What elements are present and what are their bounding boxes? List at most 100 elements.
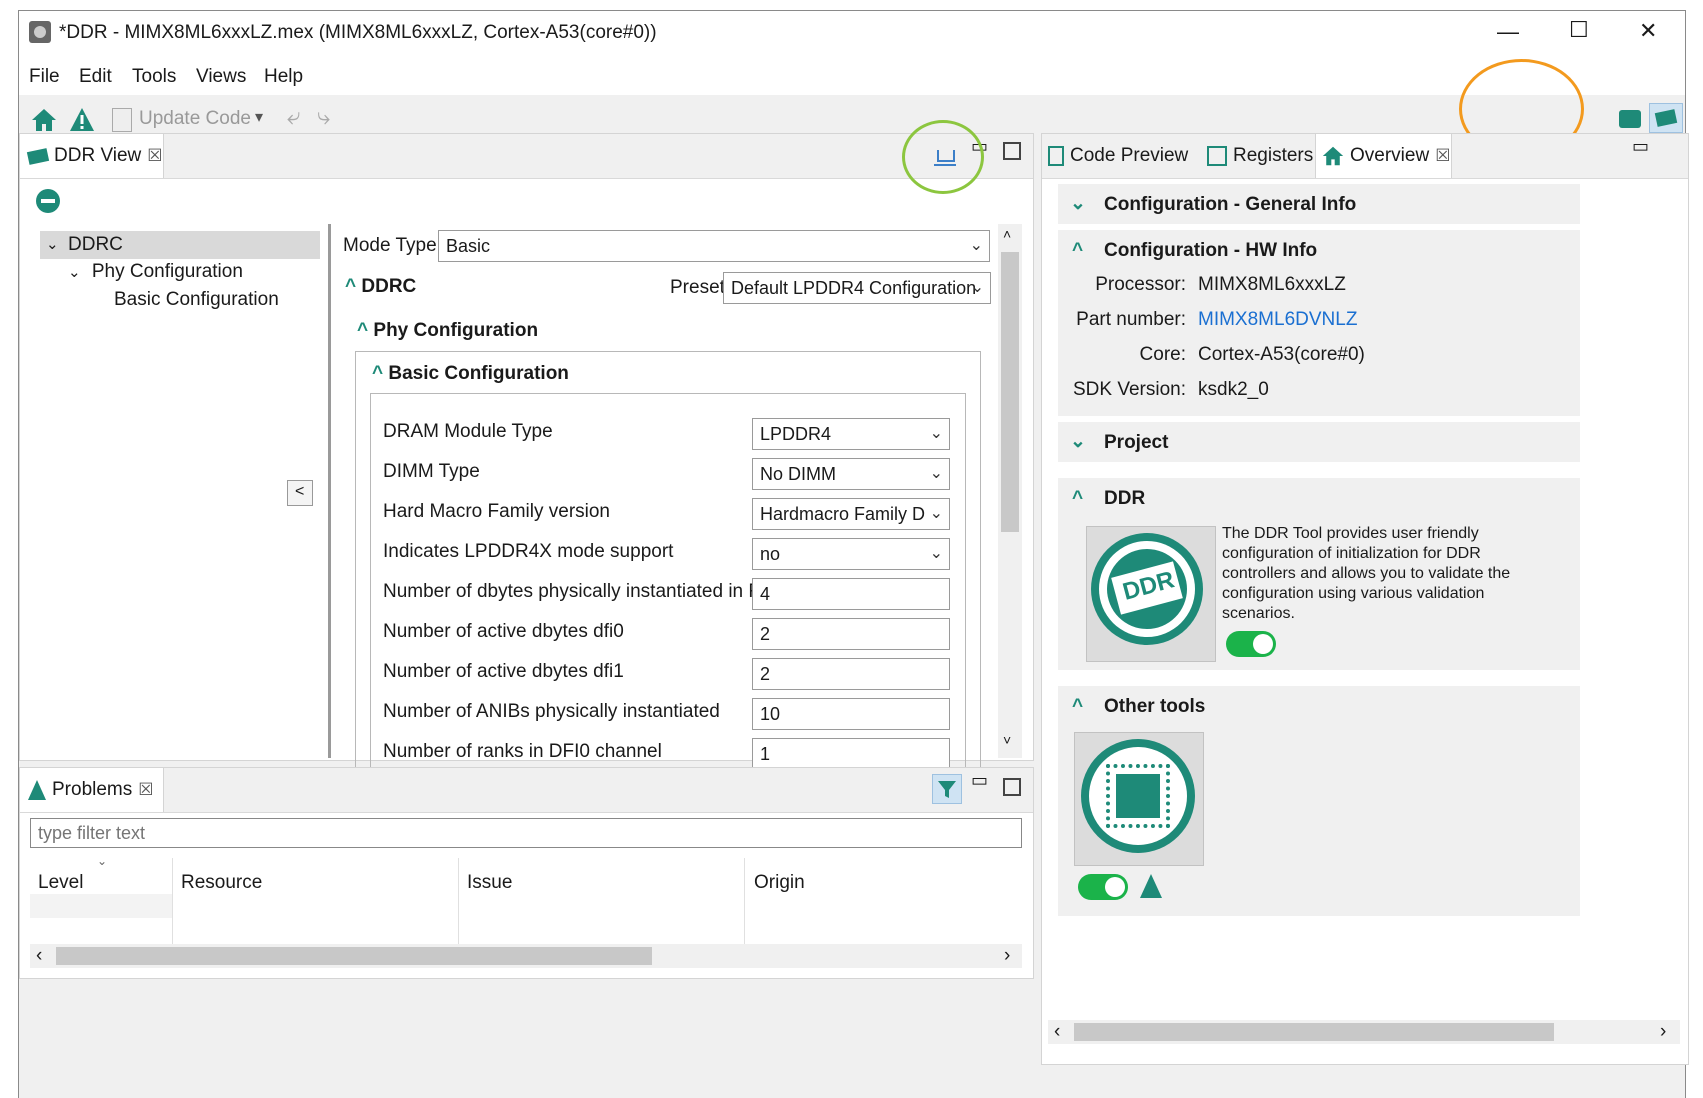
undo-icon[interactable]: ⤶ xyxy=(287,103,300,131)
setting-input[interactable]: 10 xyxy=(752,698,950,730)
overview-hscrollbar[interactable]: ‹ › xyxy=(1048,1020,1680,1044)
mode-type-label: Mode Type: xyxy=(343,235,442,256)
home-icon[interactable] xyxy=(31,107,57,133)
collapse-all-icon[interactable] xyxy=(36,189,60,213)
minimize-view-icon[interactable]: ▭ xyxy=(1632,136,1649,157)
ddr-logo-icon: DDR xyxy=(1091,533,1203,645)
update-code-icon xyxy=(112,108,132,132)
section-phy-configuration[interactable]: ^ Phy Configuration xyxy=(357,320,538,342)
hw-info-label: Part number: xyxy=(1076,309,1186,330)
setting-input[interactable]: 2 xyxy=(752,618,950,650)
problems-hscrollbar[interactable]: ‹ › xyxy=(30,944,1022,968)
chevron-down-icon[interactable]: ⌄ xyxy=(930,503,943,523)
application-window: *DDR - MIMX8ML6xxxLZ.mex (MIMX8ML6xxxLZ,… xyxy=(18,10,1689,1098)
ddr-section: ^ DDR DDR The DDR Tool provides user fri… xyxy=(1058,478,1580,670)
right-tabstrip: Code Preview Registers Overview ☒ ▭ xyxy=(1042,134,1688,179)
ddr-description: The DDR Tool provides user friendly conf… xyxy=(1222,525,1511,622)
tab-code-preview[interactable]: Code Preview xyxy=(1048,134,1188,178)
chevron-down-icon: ⌄ xyxy=(1070,193,1086,214)
tree-splitter[interactable] xyxy=(328,224,331,758)
chevron-up-icon[interactable]: ^ xyxy=(1072,696,1083,718)
setting-input[interactable]: 4 xyxy=(752,578,950,610)
setting-select[interactable]: Hardmacro Family D ⌄ xyxy=(752,498,950,530)
tab-problems[interactable]: Problems ☒ xyxy=(28,768,154,812)
setting-select[interactable]: no ⌄ xyxy=(752,538,950,570)
problems-icon[interactable] xyxy=(1140,874,1162,898)
ddr-view-tabstrip: DDR View ☒ ▭ xyxy=(20,134,1033,179)
perspective-config-icon[interactable] xyxy=(1619,110,1641,128)
problems-panel: Problems ☒ ▭ ⌄ Level Resource Issue Orig… xyxy=(19,767,1034,979)
chevron-up-icon[interactable]: ^ xyxy=(1072,240,1083,262)
collapse-tree-button[interactable]: < xyxy=(287,480,313,506)
hw-info-section: ^ Configuration - HW Info Processor: MIMX… xyxy=(1058,230,1580,416)
menu-help[interactable]: Help xyxy=(264,66,303,88)
ddr-view-scrollbar[interactable]: ˄ ˅ xyxy=(998,224,1022,758)
chevron-down-icon[interactable]: ⌄ xyxy=(930,463,943,483)
title-bar: *DDR - MIMX8ML6xxxLZ.mex (MIMX8ML6xxxLZ,… xyxy=(19,11,1685,57)
ddr-section-title[interactable]: DDR xyxy=(1104,488,1145,510)
close-icon[interactable]: ☒ xyxy=(138,780,153,800)
other-tools-title[interactable]: Other tools xyxy=(1104,696,1205,718)
project-section[interactable]: ⌄ Project xyxy=(1058,422,1580,462)
tab-overview[interactable]: Overview ☒ xyxy=(1322,134,1450,178)
menu-tools[interactable]: Tools xyxy=(132,66,176,88)
problems-filter-input[interactable] xyxy=(30,818,1022,848)
tree-row-ddrc[interactable]: ⌄ DDRC xyxy=(40,231,320,259)
setting-label: Hard Macro Family version xyxy=(383,501,610,522)
minimize-button[interactable]: — xyxy=(1497,19,1519,45)
close-button[interactable]: ✕ xyxy=(1639,18,1657,44)
column-level[interactable]: Level xyxy=(38,872,83,894)
tree-row-phy-configuration[interactable]: ⌄ Phy Configuration xyxy=(68,261,243,283)
setting-select[interactable]: No DIMM ⌄ xyxy=(752,458,950,490)
ddr-chip-icon xyxy=(26,147,50,165)
section-ddrc[interactable]: ^ DDRC xyxy=(345,276,416,298)
menu-views[interactable]: Views xyxy=(196,66,246,88)
ddr-tool-tile[interactable]: DDR xyxy=(1086,526,1216,662)
pins-tool-tile[interactable] xyxy=(1074,732,1204,866)
chevron-down-icon[interactable]: ⌄ xyxy=(930,543,943,563)
maximize-button[interactable]: ☐ xyxy=(1569,17,1589,43)
menu-edit[interactable]: Edit xyxy=(79,66,112,88)
menu-file[interactable]: File xyxy=(29,66,60,88)
column-resource[interactable]: Resource xyxy=(181,872,262,894)
maximize-view-icon[interactable] xyxy=(1003,142,1021,160)
sort-indicator-icon: ⌄ xyxy=(97,854,108,868)
maximize-view-icon[interactable] xyxy=(1003,778,1021,796)
tab-registers[interactable]: Registers xyxy=(1207,134,1313,178)
hw-info-title[interactable]: Configuration - HW Info xyxy=(1104,240,1317,262)
ddr-logo-text: DDR xyxy=(1119,566,1178,606)
tab-ddr-view-label: DDR View xyxy=(54,145,142,166)
part-number-link[interactable]: MIMX8ML6DVNLZ xyxy=(1198,309,1357,331)
minimize-view-icon[interactable]: ▭ xyxy=(971,770,988,791)
update-code-dropdown-icon[interactable]: ▾ xyxy=(255,107,263,127)
update-code-button[interactable]: Update Code xyxy=(139,108,251,130)
tab-problems-label: Problems xyxy=(52,779,133,800)
window-title: *DDR - MIMX8ML6xxxLZ.mex (MIMX8ML6xxxLZ,… xyxy=(59,22,657,43)
redo-icon[interactable]: ⤷ xyxy=(317,103,330,131)
mode-type-select[interactable]: Basic ⌄ xyxy=(438,230,990,262)
warning-icon[interactable] xyxy=(69,107,95,133)
setting-input[interactable]: 2 xyxy=(752,658,950,690)
problems-empty-row xyxy=(30,894,172,918)
chevron-up-icon[interactable]: ^ xyxy=(1072,488,1083,510)
highlight-green-circle xyxy=(902,120,984,194)
column-origin[interactable]: Origin xyxy=(754,872,805,894)
setting-label: DRAM Module Type xyxy=(383,421,553,442)
tab-ddr-view[interactable]: DDR View ☒ xyxy=(26,134,163,178)
tree-row-basic-configuration[interactable]: Basic Configuration xyxy=(114,289,279,311)
setting-input[interactable]: 1 xyxy=(752,738,950,770)
general-info-section[interactable]: ⌄ Configuration - General Info xyxy=(1058,184,1580,224)
close-icon[interactable]: ☒ xyxy=(147,146,162,166)
close-icon[interactable]: ☒ xyxy=(1435,146,1450,166)
perspective-ddr-icon[interactable] xyxy=(1649,103,1683,133)
section-basic-configuration[interactable]: ^ Basic Configuration xyxy=(372,363,569,385)
preset-select[interactable]: Default LPDDR4 Configuration ⌄ xyxy=(723,272,991,304)
column-issue[interactable]: Issue xyxy=(467,872,512,894)
preset-label: Preset xyxy=(670,277,725,298)
chevron-down-icon[interactable]: ⌄ xyxy=(930,423,943,443)
other-tool-toggle[interactable] xyxy=(1078,874,1128,900)
setting-label: Number of dbytes physically instantiated… xyxy=(383,581,784,602)
ddr-enable-toggle[interactable] xyxy=(1226,631,1276,657)
filter-icon[interactable] xyxy=(932,774,962,804)
setting-select[interactable]: LPDDR4 ⌄ xyxy=(752,418,950,450)
